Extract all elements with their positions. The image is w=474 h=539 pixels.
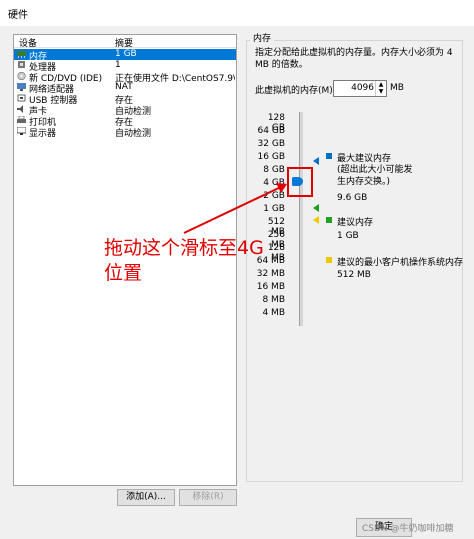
watermark: CSDN @牛奶咖啡加糖 [362,524,454,534]
annotation-line-1: 拖动这个滑标至4G [104,237,264,259]
annotation-line-2: 位置 [104,262,143,284]
annotation-text: 拖动这个滑标至4G 位置 [104,236,264,286]
